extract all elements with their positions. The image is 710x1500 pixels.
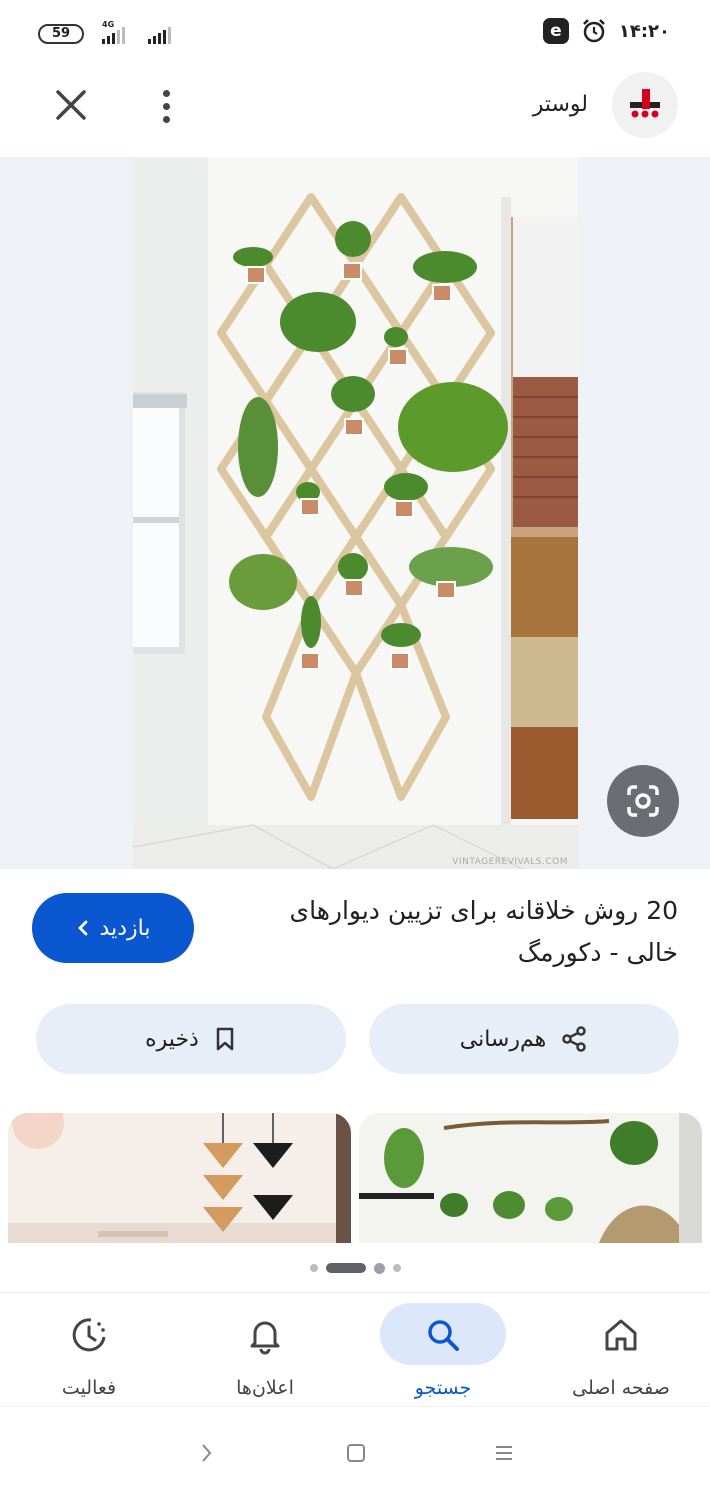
- related-image-thumbnail[interactable]: [8, 1113, 351, 1243]
- status-right-group: e ۱۴:۲۰: [542, 18, 670, 44]
- save-button-label: ذخیره: [145, 1026, 199, 1052]
- recents-icon[interactable]: [492, 1441, 516, 1465]
- status-bar: 59 4G e ۱۴:۲۰: [0, 0, 710, 70]
- battery-indicator: 59: [38, 24, 84, 44]
- pager-dot: [392, 1264, 401, 1272]
- top-app-bar: لوستر: [0, 70, 710, 156]
- home-icon: [605, 1319, 637, 1351]
- more-vert-icon: [162, 89, 170, 97]
- alarm-icon: [582, 19, 605, 43]
- chevron-left-icon: [77, 920, 87, 936]
- visit-button[interactable]: بازدید: [32, 893, 194, 963]
- signal-strength-icon-2: [148, 26, 171, 44]
- pager-dot-active: [325, 1263, 366, 1273]
- system-navigation-bar: [0, 1406, 710, 1500]
- google-lens-icon: [627, 785, 659, 817]
- share-icon: [562, 1026, 586, 1052]
- home-button-icon[interactable]: [344, 1441, 368, 1465]
- e-app-icon: e: [542, 18, 569, 44]
- site-name: لوستر: [532, 92, 588, 117]
- clock: ۱۴:۲۰: [618, 20, 670, 42]
- site-logo[interactable]: [612, 72, 678, 138]
- bottom-navigation: صفحه اصلی جستجو اعلان‌ها فعالیت: [0, 1292, 710, 1406]
- nav-label: فعالیت: [61, 1377, 117, 1399]
- signal-strength-icon: [102, 26, 125, 44]
- nav-label: اعلان‌ها: [236, 1377, 294, 1399]
- related-image-thumbnail[interactable]: [359, 1113, 702, 1243]
- share-button[interactable]: هم‌رسانی: [369, 1004, 679, 1074]
- nav-label: صفحه اصلی: [572, 1377, 670, 1399]
- result-title: 20 روش خلاقانه برای تزیین دیوارهای خالی …: [289, 896, 678, 967]
- more-options-button[interactable]: [146, 84, 186, 128]
- nav-label: جستجو: [414, 1377, 472, 1399]
- save-button[interactable]: ذخیره: [36, 1004, 346, 1074]
- image-viewer[interactable]: VINTAGEREVIVALS.COM: [0, 157, 710, 869]
- plant-wall-photo: [133, 157, 578, 869]
- bookmark-icon: [216, 1027, 234, 1051]
- share-button-label: هم‌رسانی: [459, 1026, 547, 1052]
- image-watermark: VINTAGEREVIVALS.COM: [452, 857, 568, 867]
- visit-button-label: بازدید: [99, 915, 151, 941]
- google-lens-button[interactable]: [607, 765, 679, 837]
- nav-item-activity[interactable]: فعالیت: [0, 1293, 178, 1407]
- search-icon: [428, 1320, 459, 1351]
- back-icon[interactable]: [194, 1441, 218, 1465]
- related-image-photo: [359, 1113, 702, 1243]
- pager-dot: [309, 1264, 318, 1272]
- nav-item-notifications[interactable]: اعلان‌ها: [176, 1293, 354, 1407]
- activity-icon: [72, 1318, 106, 1352]
- close-icon: [56, 90, 86, 120]
- nav-item-search[interactable]: جستجو: [354, 1293, 532, 1407]
- carousel-pager: [0, 1262, 710, 1274]
- related-image-photo: [8, 1113, 351, 1243]
- close-button[interactable]: [50, 84, 92, 126]
- nav-item-home[interactable]: صفحه اصلی: [532, 1293, 710, 1407]
- bell-icon: [250, 1321, 280, 1355]
- site-logo-icon: [630, 89, 660, 118]
- pager-dot: [373, 1262, 385, 1274]
- result-image[interactable]: VINTAGEREVIVALS.COM: [133, 157, 578, 869]
